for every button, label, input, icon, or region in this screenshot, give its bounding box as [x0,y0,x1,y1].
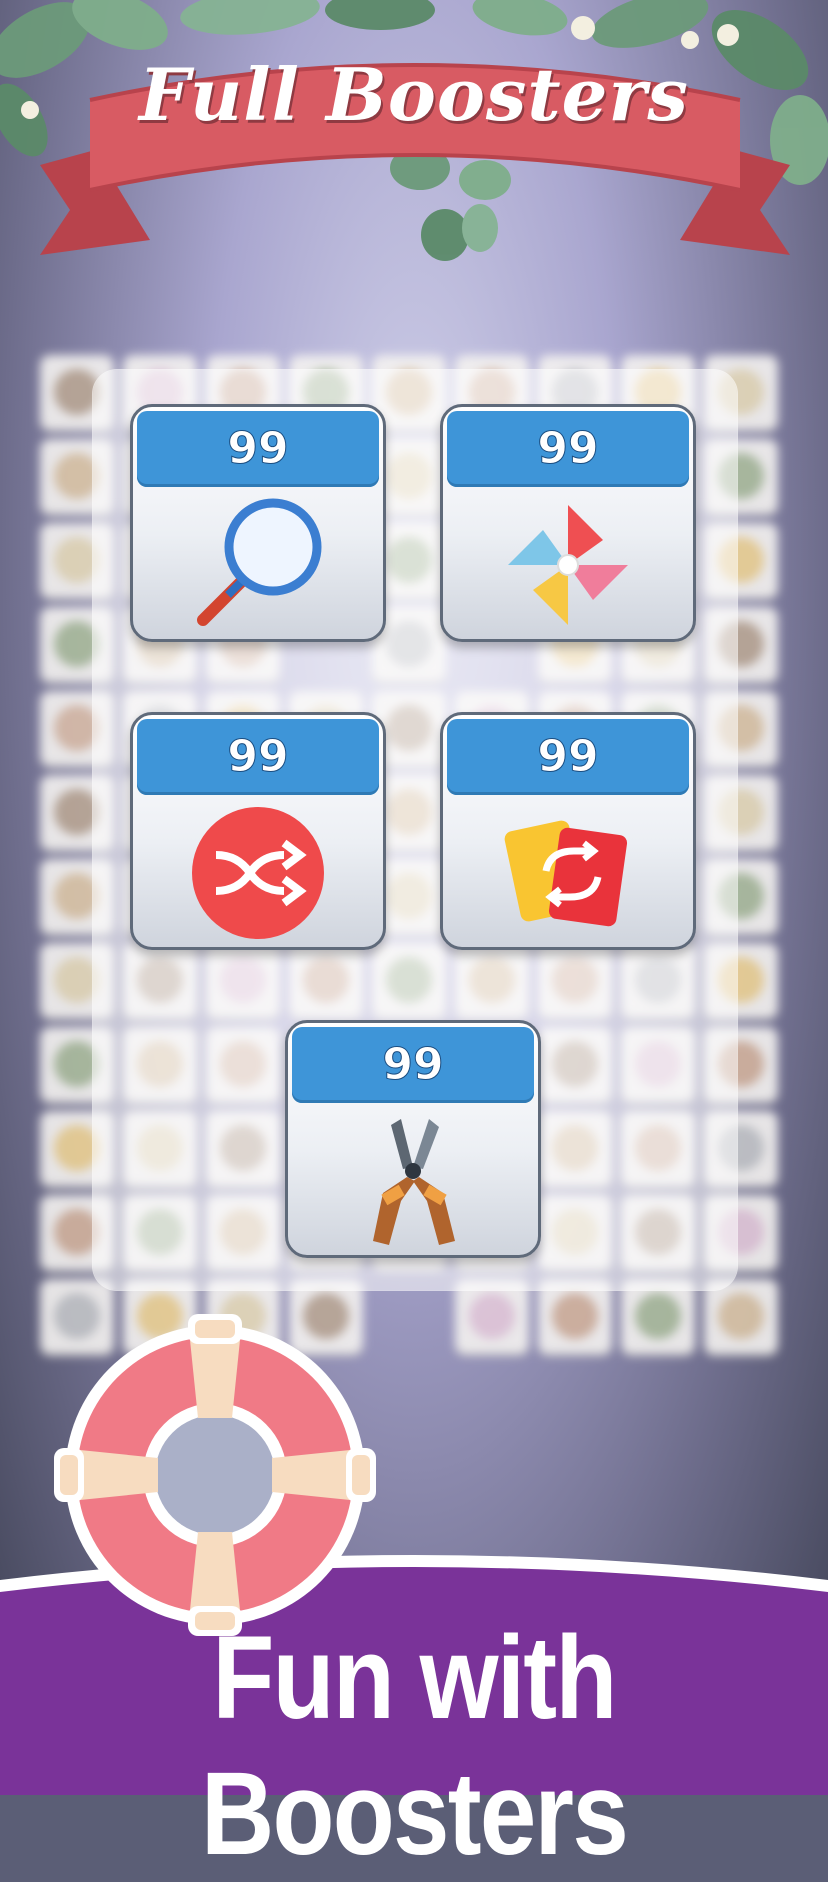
booster-card-shuffle[interactable]: 99 [130,712,386,950]
search-icon [197,498,322,626]
swap-cards-icon [504,820,628,927]
shuffle-icon [192,807,324,939]
lifebuoy-icon [54,1314,376,1636]
booster-count: 99 [447,411,689,487]
booster-count: 99 [447,719,689,795]
title-ribbon [40,63,790,255]
booster-count: 99 [292,1027,534,1103]
booster-card-swap[interactable]: 99 [440,712,696,950]
banner-title: Full Boosters [139,52,689,137]
board-tile [704,1279,778,1353]
board-tile [538,1279,612,1353]
booster-count: 99 [137,411,379,487]
footer-tagline: Fun with Boosters [200,1612,629,1880]
pruning-shears-icon [373,1119,455,1245]
board-tile [621,1279,695,1353]
booster-card-pinwheel[interactable]: 99 [440,404,696,642]
pinwheel-icon [508,505,628,625]
board-tile [455,1279,529,1353]
booster-card-shears[interactable]: 99 [285,1020,541,1258]
booster-card-search[interactable]: 99 [130,404,386,642]
booster-count: 99 [137,719,379,795]
